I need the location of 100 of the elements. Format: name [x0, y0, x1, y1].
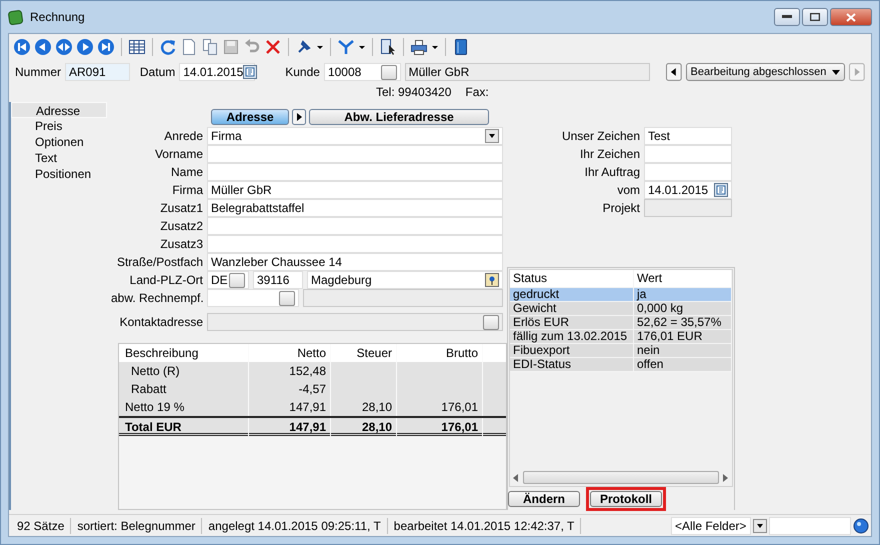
browse-button[interactable]	[380, 64, 397, 80]
table-cell[interactable]: EDI-Status	[510, 358, 634, 371]
browse-button[interactable]	[229, 272, 245, 288]
browse-button[interactable]	[279, 290, 295, 306]
field-label: vom	[616, 183, 640, 197]
lookup-field[interactable]	[644, 199, 732, 217]
field-label: Land-PLZ-Ort	[128, 273, 203, 287]
scroll-left-icon[interactable]	[513, 474, 519, 482]
table-cell[interactable]: Erlös EUR	[510, 316, 634, 329]
navigation-icon[interactable]	[97, 38, 115, 56]
scrollbar-thumb[interactable]	[523, 471, 719, 484]
maximize-button[interactable]	[802, 8, 828, 26]
calendar-icon[interactable]	[714, 183, 728, 197]
globe-icon[interactable]	[853, 518, 869, 534]
lookup-field[interactable]	[207, 313, 503, 331]
input-field[interactable]	[207, 145, 503, 163]
input-field[interactable]	[207, 289, 299, 307]
tab[interactable]: Abw. Lieferadresse	[309, 109, 489, 125]
input-field[interactable]: Wanzleber Chaussee 14	[207, 253, 503, 271]
filter-icon[interactable]	[337, 38, 355, 56]
field-label: Zusatz1	[159, 201, 203, 215]
table-cell[interactable]: Gewicht	[510, 302, 634, 315]
book-icon[interactable]	[452, 38, 470, 56]
zip-field[interactable]: 39116	[253, 271, 303, 289]
table-cell[interactable]: 176,01 EUR	[634, 330, 732, 343]
sidebar-item[interactable]: Preis	[11, 118, 107, 134]
field-label: Name	[170, 165, 203, 179]
delete-icon[interactable]	[264, 38, 282, 56]
table-row[interactable]: Erlös EUR 52,62 = 35,57%	[510, 316, 732, 330]
field-label: Zusatz2	[159, 219, 203, 233]
table-cell: 176,01	[397, 418, 483, 436]
table-cell[interactable]: Fibuexport	[510, 344, 634, 357]
input-field[interactable]	[207, 217, 503, 235]
navigation-icon[interactable]	[55, 38, 73, 56]
navigation-icon[interactable]	[13, 38, 31, 56]
sidebar-item[interactable]: Optionen	[11, 134, 107, 150]
table-row[interactable]: Gewicht 0,000 kg	[510, 302, 732, 316]
field-label: Unser Zeichen	[560, 129, 640, 143]
date-field[interactable]: 14.01.2015	[179, 63, 256, 81]
map-icon[interactable]	[485, 273, 499, 287]
input-field[interactable]	[207, 163, 503, 181]
table-icon[interactable]	[128, 38, 146, 56]
table-cell[interactable]: ja	[634, 288, 732, 301]
caret-icon	[832, 70, 840, 74]
document-icon[interactable]	[180, 38, 198, 56]
table-cell[interactable]: nein	[634, 344, 732, 357]
calendar-icon[interactable]	[243, 65, 258, 79]
action-button[interactable]: Protokoll	[590, 491, 662, 507]
field-label: Projekt	[602, 201, 640, 215]
input-field[interactable]: Test	[644, 127, 732, 145]
search-field[interactable]	[769, 516, 851, 534]
app-icon	[8, 9, 24, 25]
status-dropdown-button[interactable]: Bearbeitung abgeschlossen	[686, 63, 846, 81]
column-header: Wert	[634, 270, 732, 287]
date-field[interactable]: 14.01.2015	[644, 181, 732, 199]
table-cell[interactable]: gedruckt	[510, 288, 634, 301]
table-row[interactable]: Fibuexport nein	[510, 344, 732, 358]
input-field[interactable]: Belegrabattstaffel	[207, 199, 503, 217]
sidebar-item[interactable]: Adresse	[11, 102, 107, 118]
country-field[interactable]: DE	[207, 271, 249, 289]
table-row[interactable]: fällig zum 13.02.2015 176,01 EUR	[510, 330, 732, 344]
tab[interactable]: Adresse	[211, 109, 289, 125]
dropdown-field[interactable]: Firma	[207, 127, 503, 145]
table-row[interactable]: gedruckt ja	[510, 288, 732, 302]
sidebar-item[interactable]: Positionen	[11, 166, 107, 182]
input-field[interactable]	[644, 145, 732, 163]
table-cell[interactable]: fällig zum 13.02.2015	[510, 330, 634, 343]
navigation-icon[interactable]	[76, 38, 94, 56]
close-button[interactable]	[830, 8, 872, 26]
customer-number-field[interactable]: 10008	[324, 63, 401, 81]
filter-field[interactable]: <Alle Felder>	[671, 516, 751, 534]
copy-icon[interactable]	[201, 38, 219, 56]
table-cell[interactable]: 0,000 kg	[634, 302, 732, 315]
table-cell: 147,91	[249, 418, 331, 436]
status-text: sortiert: Belegnummer	[71, 518, 202, 534]
status-text: 92 Sätze	[11, 518, 72, 534]
refresh-icon[interactable]	[159, 38, 177, 56]
input-field[interactable]	[207, 235, 503, 253]
table-row[interactable]: EDI-Status offen	[510, 358, 732, 372]
field-label: Datum	[140, 65, 176, 79]
navigation-icon[interactable]	[34, 38, 52, 56]
browse-button[interactable]	[483, 314, 499, 330]
fax-text: Fax:	[465, 85, 489, 99]
field-label: Nummer	[15, 65, 62, 79]
number-field[interactable]: AR091	[65, 63, 130, 81]
document-pointer-icon[interactable]	[379, 38, 397, 56]
window-title: Rechnung	[30, 10, 86, 24]
minimize-button[interactable]	[774, 8, 800, 26]
field-label: Anrede	[163, 129, 203, 143]
table-cell[interactable]: offen	[634, 358, 732, 371]
input-field[interactable]: Müller GbR	[207, 181, 503, 199]
table-cell[interactable]: 52,62 = 35,57%	[634, 316, 732, 329]
printer-icon[interactable]	[410, 38, 428, 56]
scroll-right-icon[interactable]	[723, 474, 729, 482]
input-field[interactable]	[644, 163, 732, 181]
action-button[interactable]: Ändern	[508, 491, 580, 507]
sidebar-item[interactable]: Text	[11, 150, 107, 166]
field-label: Kontaktadresse	[118, 315, 203, 329]
city-field[interactable]: Magdeburg	[307, 271, 503, 289]
field-label: Ihr Auftrag	[584, 165, 640, 179]
